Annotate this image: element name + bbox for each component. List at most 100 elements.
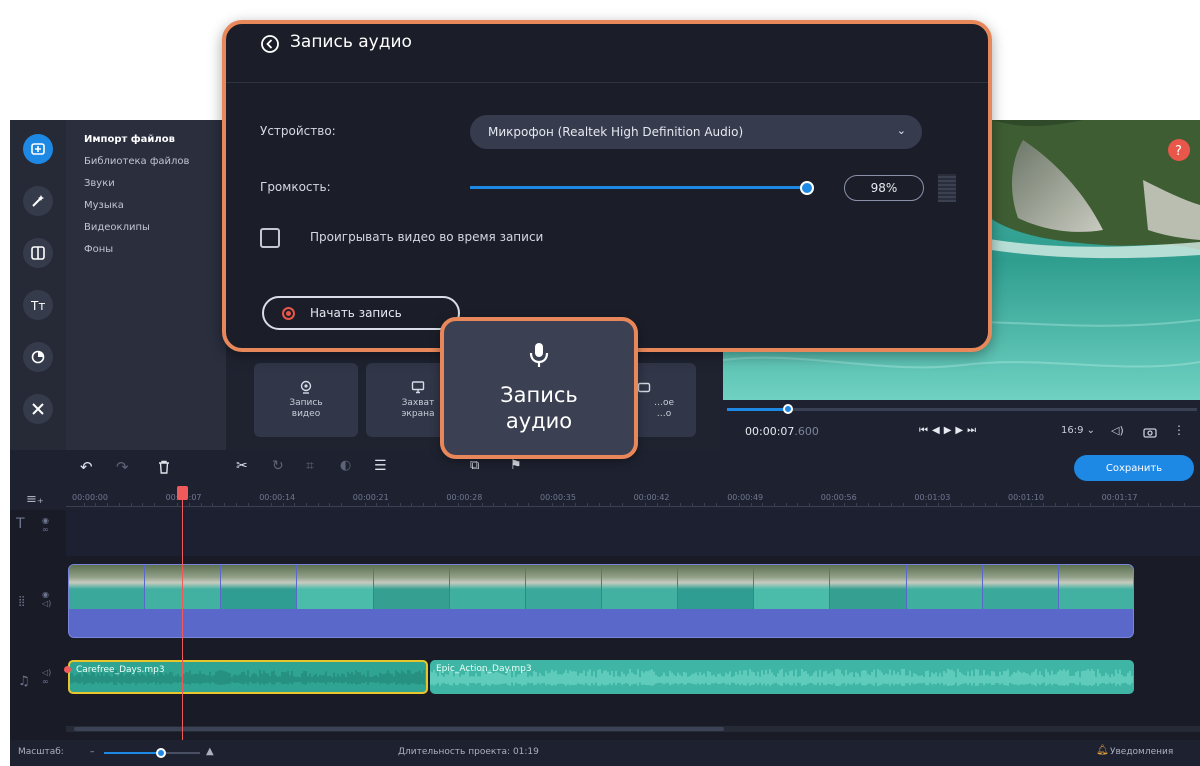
video-track-controls[interactable]: ◉ ◁) xyxy=(42,590,51,608)
transitions-icon[interactable] xyxy=(23,238,53,268)
ruler-minor-tick xyxy=(294,503,296,506)
ruler-minor-tick xyxy=(434,503,436,506)
ruler-minor-tick xyxy=(399,503,401,506)
ruler-minor-tick xyxy=(1031,503,1033,506)
record-video-button[interactable]: Запись видео xyxy=(254,363,358,437)
panel-title: Запись аудио xyxy=(290,32,412,52)
ruler-minor-tick xyxy=(376,503,378,506)
ruler-minor-tick xyxy=(645,503,647,506)
step-back-icon[interactable]: ◀ xyxy=(932,425,944,436)
video-thumbnail xyxy=(525,565,601,609)
ruler-minor-tick xyxy=(844,503,846,506)
menu-item-music[interactable]: Музыка xyxy=(84,200,124,211)
start-recording-button[interactable]: Начать запись xyxy=(262,296,460,330)
zoom-label: Масштаб: xyxy=(18,747,64,757)
delete-icon[interactable] xyxy=(158,459,170,474)
video-clip[interactable] xyxy=(68,564,1134,638)
audio-clip-name: Epic_Action_Day.mp3 xyxy=(436,664,532,674)
more-tools-icon[interactable] xyxy=(23,394,53,424)
player-controls: 00:00:07.600 ⏮◀▶▶⏭ 16:9 ⌄ ◁) ⋮ xyxy=(723,400,1200,450)
audio-clip-name: Carefree_Days.mp3 xyxy=(76,665,165,675)
ruler-minor-tick xyxy=(200,503,202,506)
crop-icon[interactable]: ⌗ xyxy=(306,458,314,474)
bell-icon[interactable]: 🔔︎ xyxy=(1096,745,1109,756)
add-track-icon[interactable]: ≡₊ xyxy=(26,492,44,507)
video-thumbnail xyxy=(69,565,145,609)
ruler-minor-tick xyxy=(586,503,588,506)
ruler-minor-tick xyxy=(83,503,85,506)
device-select[interactable]: Микрофон (Realtek High Definition Audio)… xyxy=(470,115,922,149)
record-audio-button-callout[interactable]: Запись аудио xyxy=(440,317,638,459)
playback-time-fraction: .600 xyxy=(794,425,819,438)
svg-text:Tт: Tт xyxy=(30,299,45,313)
volume-value-field[interactable]: 98% xyxy=(844,175,924,201)
ruler-tick-label: 00:00:35 xyxy=(540,493,576,502)
ruler-tick-label: 00:00:14 xyxy=(259,493,296,502)
zoom-in-icon[interactable]: ▲ xyxy=(206,746,214,757)
undo-icon[interactable]: ↶ xyxy=(80,458,93,476)
menu-item-backgrounds[interactable]: Фоны xyxy=(84,244,113,255)
color-adjust-icon[interactable]: ◐ xyxy=(340,458,351,473)
volume-slider-thumb[interactable] xyxy=(800,181,815,195)
skip-start-icon[interactable]: ⏮ xyxy=(919,425,932,436)
snapshot-icon[interactable] xyxy=(1143,423,1157,438)
more-options-icon[interactable]: ⋮ xyxy=(1173,423,1185,437)
zoom-out-icon[interactable]: – xyxy=(90,747,95,757)
ruler-minor-tick xyxy=(984,503,986,506)
play-video-checkbox-label[interactable]: Проигрывать видео во время записи xyxy=(310,230,543,244)
ruler-minor-tick xyxy=(937,503,939,506)
menu-item-sounds[interactable]: Звуки xyxy=(84,178,115,189)
audio-clip-selected[interactable]: Carefree_Days.mp3 xyxy=(68,660,428,694)
ruler-minor-tick xyxy=(516,503,518,506)
aspect-ratio-select[interactable]: 16:9 ⌄ xyxy=(1061,425,1095,436)
zoom-slider-thumb[interactable] xyxy=(156,748,166,758)
ruler-minor-tick xyxy=(1019,503,1021,506)
timeline-scrollbar-thumb[interactable] xyxy=(74,727,724,731)
video-thumbnail xyxy=(221,565,297,609)
menu-item-videoclips[interactable]: Видеоклипы xyxy=(84,222,150,233)
title-track-controls[interactable]: ◉ ∞ xyxy=(42,516,49,534)
ruler-minor-tick xyxy=(668,503,670,506)
play-icon[interactable]: ▶ xyxy=(944,425,956,436)
back-icon[interactable] xyxy=(260,34,280,54)
volume-icon[interactable]: ◁) xyxy=(1111,424,1124,437)
save-button[interactable]: Сохранить xyxy=(1074,455,1194,481)
overlay-icon[interactable]: ⧉ xyxy=(470,458,479,473)
cut-icon[interactable]: ✂ xyxy=(236,458,248,474)
playback-progress-track[interactable] xyxy=(727,408,1197,411)
rotate-icon[interactable]: ↻ xyxy=(272,458,284,474)
audio-track-controls[interactable]: ◁) ∞ xyxy=(42,668,51,686)
panel-divider xyxy=(226,82,988,83)
import-icon[interactable] xyxy=(23,134,53,164)
titles-icon[interactable]: Tт xyxy=(23,290,53,320)
timeline-ruler[interactable]: 00:00:0000:00:0700:00:1400:00:2100:00:28… xyxy=(66,484,1200,510)
menu-item-import-files[interactable]: Импорт файлов xyxy=(84,134,175,145)
ruler-minor-tick xyxy=(481,503,483,506)
marker-flag-icon[interactable]: ⚑ xyxy=(510,458,522,473)
ruler-minor-tick xyxy=(657,503,658,506)
stickers-icon[interactable] xyxy=(23,342,53,372)
playback-progress-thumb[interactable] xyxy=(783,404,794,414)
ruler-minor-tick xyxy=(809,503,811,506)
timeline-scrollbar[interactable] xyxy=(66,726,1200,732)
title-track[interactable] xyxy=(66,510,1200,556)
notifications-link[interactable]: Уведомления xyxy=(1110,747,1173,757)
step-forward-icon[interactable]: ▶ xyxy=(955,425,967,436)
audio-clip[interactable]: Epic_Action_Day.mp3 xyxy=(430,660,1134,694)
playhead-handle[interactable] xyxy=(177,486,188,500)
menu-item-file-library[interactable]: Библиотека файлов xyxy=(84,156,189,167)
magic-wand-icon[interactable] xyxy=(23,186,53,216)
playback-time-main: 00:00:07 xyxy=(745,425,795,438)
monitor-icon xyxy=(411,381,425,394)
redo-icon[interactable]: ↷ xyxy=(116,458,129,476)
record-audio-label: Запись аудио xyxy=(500,383,578,433)
ruler-minor-tick xyxy=(387,503,389,506)
aspect-ratio-value: 16:9 xyxy=(1061,425,1084,436)
ruler-minor-tick xyxy=(189,503,190,506)
ruler-minor-tick xyxy=(107,503,109,506)
video-thumbnail xyxy=(754,565,830,609)
clip-properties-icon[interactable]: ☰ xyxy=(374,458,387,474)
ruler-minor-tick xyxy=(750,503,752,506)
skip-end-icon[interactable]: ⏭ xyxy=(967,425,980,436)
play-video-checkbox[interactable] xyxy=(260,228,280,248)
